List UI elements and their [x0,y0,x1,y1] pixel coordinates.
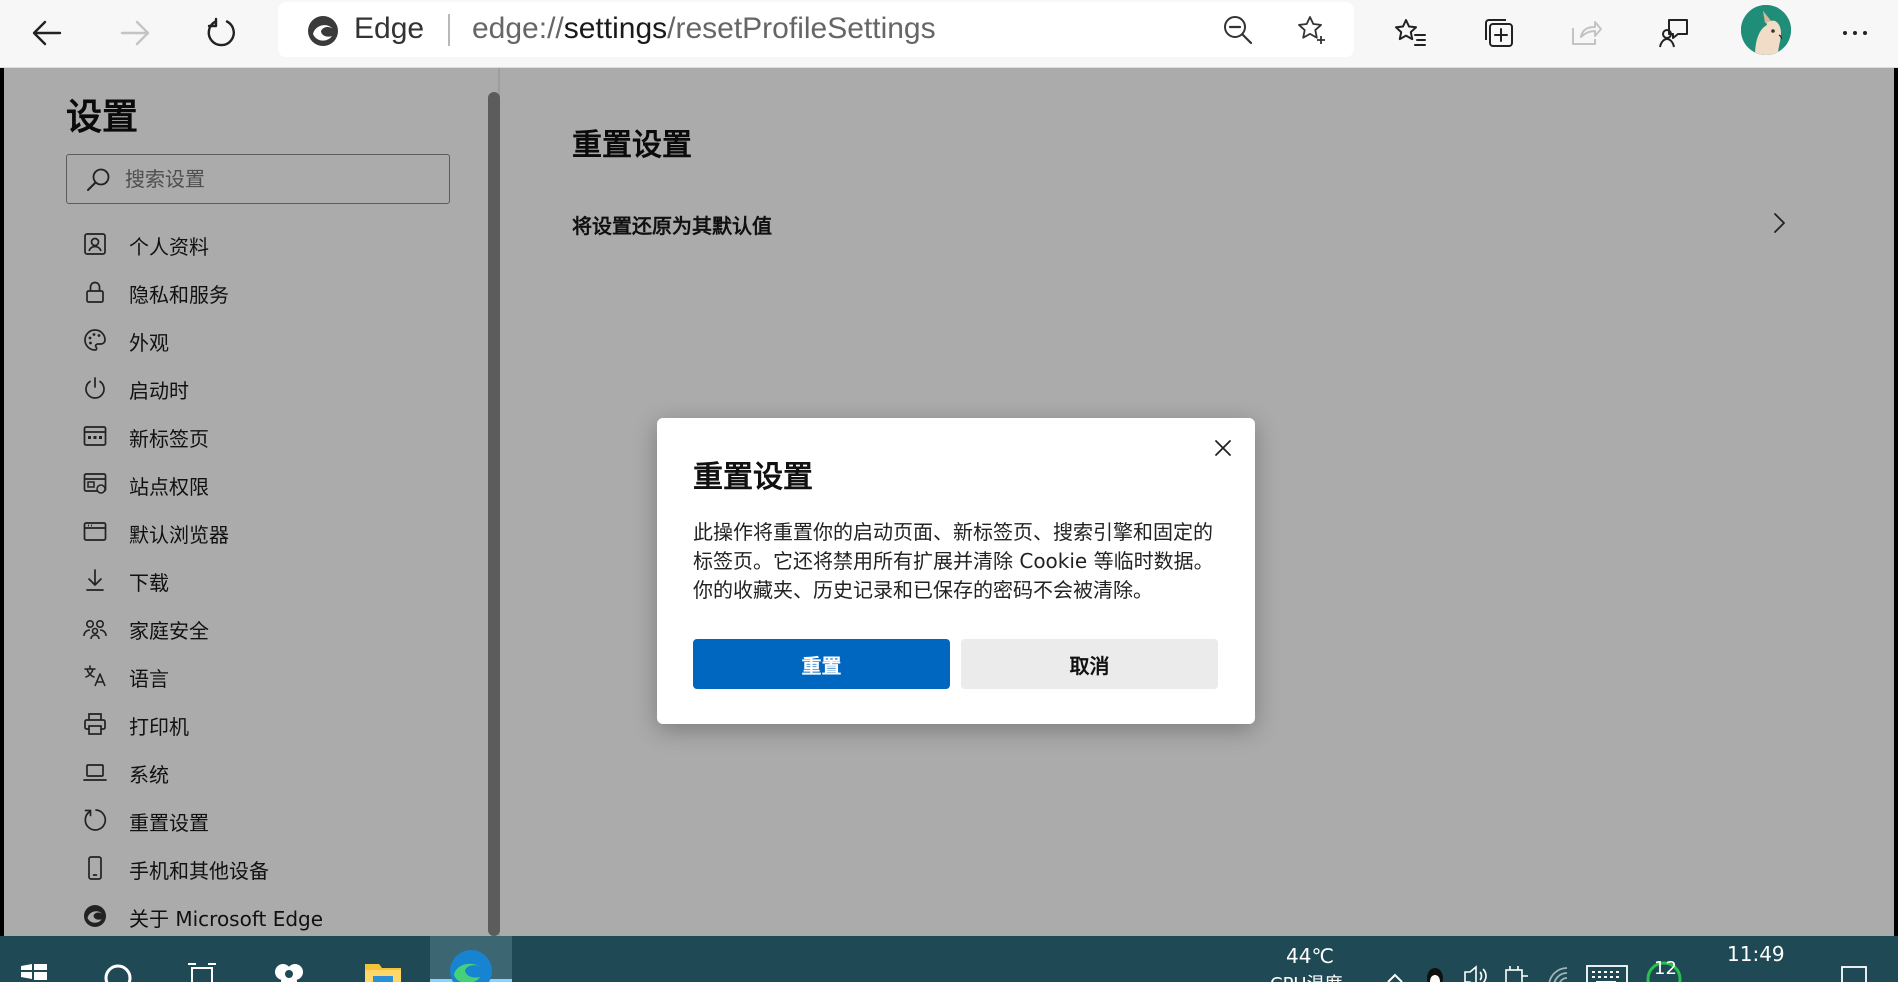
url-path: /resetProfileSettings [667,12,936,45]
app-icon [275,964,303,982]
browser-toolbar: Edge edge://settings/resetProfileSetting… [0,0,1898,68]
arrow-right-icon [120,20,150,46]
taskbar: 44℃ CPU温度 12 11:49 [0,936,1898,982]
url-host: settings [563,12,668,45]
dialog-message: 此操作将重置你的启动页面、新标签页、搜索引擎和固定的标签页。它还将禁用所有扩展并… [693,520,1214,602]
clock-time: 11:49 [1727,942,1785,966]
tray-overflow-button[interactable] [1380,936,1410,982]
notification-icon [1841,966,1867,982]
badge-count: 12 [1654,958,1677,979]
site-name: Edge [354,12,425,45]
refresh-icon [207,17,235,47]
star-add-icon [1298,16,1325,44]
wifi-icon [1548,967,1568,982]
search-taskbar-button[interactable] [96,936,140,982]
more-icon [1843,31,1867,35]
address-separator [448,14,450,46]
share-button[interactable] [1561,8,1611,58]
action-center-button[interactable] [1836,936,1872,982]
speaker-icon [1464,965,1487,982]
collections-icon [1485,19,1513,47]
feedback-button[interactable] [1649,8,1699,58]
back-button[interactable] [22,8,72,58]
edge-site-icon [308,16,338,46]
close-icon [1215,440,1231,456]
avatar-image [1741,5,1791,55]
task-view-button[interactable] [180,936,224,982]
profile-avatar[interactable] [1741,5,1791,55]
keyboard-button[interactable] [1584,936,1630,982]
cancel-button[interactable]: 取消 [961,639,1218,689]
dialog-title: 重置设置 [693,460,813,495]
file-explorer-button[interactable] [358,936,408,982]
windows-icon [21,964,47,980]
keyboard-icon [1586,965,1628,982]
share-icon [1572,21,1602,45]
temperature-text: 44℃ [1286,944,1334,968]
plug-icon [1505,966,1528,982]
folder-icon [365,964,401,982]
address-bar[interactable]: Edge edge://settings/resetProfileSetting… [278,2,1354,57]
pinned-app-1[interactable] [262,936,316,982]
edge-taskbar-button[interactable] [430,936,512,982]
collections-button[interactable] [1474,8,1524,58]
volume-button[interactable] [1460,936,1490,982]
penguin-icon [1427,968,1443,982]
feedback-icon [1659,19,1688,48]
favorites-button[interactable] [1386,8,1436,58]
refresh-button[interactable] [197,8,247,58]
settings-page: 设置 个人资料 隐私和服务 外观 启动时 新标签页 站点权限 [4,68,1894,936]
edge-icon [450,950,492,982]
zoom-out-icon [1224,16,1253,45]
qq-tray-icon[interactable] [1420,936,1450,982]
start-button[interactable] [14,936,54,982]
reset-button[interactable]: 重置 [693,639,950,689]
temperature-label: CPU温度 [1270,970,1343,982]
more-button[interactable] [1830,8,1880,58]
reset-dialog: 重置设置 此操作将重置你的启动页面、新标签页、搜索引擎和固定的标签页。它还将禁用… [657,418,1255,724]
power-tray-icon[interactable] [1500,936,1532,982]
chevron-up-icon [1387,973,1403,982]
dialog-close-button[interactable] [1207,432,1239,464]
task-view-icon [188,963,216,982]
url-prefix: edge:// [472,12,564,45]
favorites-icon [1395,19,1426,46]
forward-button[interactable] [110,8,160,58]
zoom-button[interactable] [1218,10,1258,50]
arrow-left-icon [32,20,62,46]
network-button[interactable] [1544,936,1574,982]
url-text[interactable]: edge://settings/resetProfileSettings [472,12,936,46]
add-favorite-button[interactable] [1292,10,1332,50]
cortana-icon [104,964,132,982]
